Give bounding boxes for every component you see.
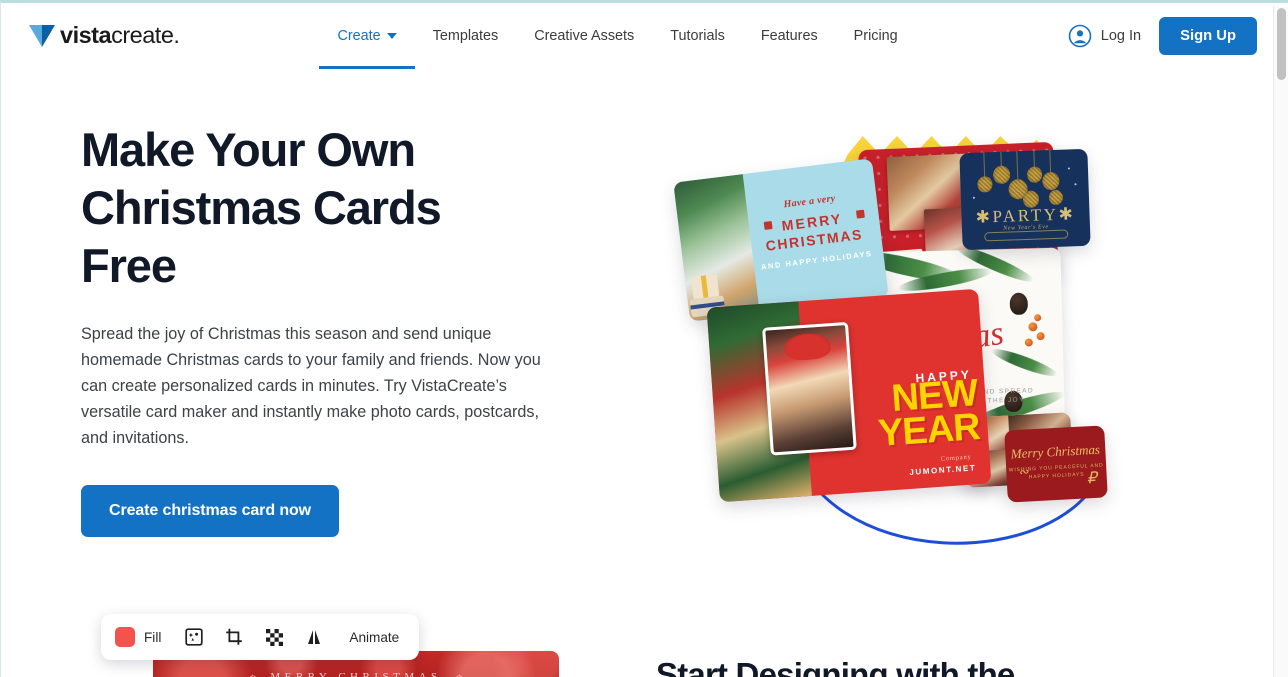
nav-item-tutorials[interactable]: Tutorials [652, 3, 743, 69]
card-br-flourish: ∾ [1017, 464, 1029, 479]
card-ny-company: Company [940, 453, 972, 463]
nav-item-creative-assets-label: Creative Assets [534, 28, 635, 44]
card-red-merry-christmas[interactable]: Merry Christmas WISHING YOU PEACEFUL AND… [1004, 425, 1108, 503]
main-navigation: Create Templates Creative Assets Tutoria… [319, 3, 915, 69]
flip-icon[interactable] [301, 624, 327, 650]
site-header: vistacreate. Create Templates Creative A… [1, 3, 1273, 69]
crop-icon[interactable] [221, 624, 247, 650]
transparency-icon[interactable] [261, 624, 287, 650]
nav-item-features-label: Features [760, 28, 818, 44]
card-party-bar [984, 229, 1069, 242]
nav-item-features[interactable]: Features [743, 3, 836, 69]
login-label: Log In [1100, 28, 1142, 44]
page-title: Make Your Own Christmas Cards Free [81, 123, 442, 292]
nav-item-pricing-label: Pricing [853, 28, 898, 44]
login-button[interactable]: Log In [1068, 24, 1141, 48]
user-circle-icon [1068, 24, 1092, 48]
nav-active-underline [319, 66, 415, 69]
nav-item-create[interactable]: Create [319, 3, 415, 69]
nav-item-create-label: Create [337, 28, 381, 44]
nav-item-templates-label: Templates [432, 28, 499, 44]
animate-button[interactable]: Animate [349, 630, 399, 645]
card-br-flourish: ₽ [1086, 469, 1098, 488]
browser-viewport: vistacreate. Create Templates Creative A… [0, 0, 1288, 677]
vistacreate-logo[interactable]: vistacreate. [29, 22, 180, 49]
vistacreate-triangle-logo-icon [29, 25, 55, 47]
create-christmas-card-button[interactable]: Create christmas card now [81, 485, 340, 537]
page-scrollbar[interactable] [1273, 6, 1288, 677]
hero-description: Spread the joy of Christmas this season … [81, 325, 541, 447]
nav-item-creative-assets[interactable]: Creative Assets [516, 3, 652, 69]
card-white-subtext: AND SPREAD THE JOY [977, 387, 1035, 405]
hero-content: Make Your Own Christmas Cards Free Sprea… [81, 121, 581, 537]
card-br-title: Merry Christmas [1010, 441, 1101, 462]
logo-word-create: create [111, 22, 174, 49]
effects-icon[interactable] [181, 624, 207, 650]
chevron-down-icon [386, 33, 397, 39]
logo-wordmark: vistacreate. [60, 22, 180, 49]
scrollbar-thumb[interactable] [1277, 8, 1286, 80]
nav-item-pricing[interactable]: Pricing [836, 3, 916, 69]
fill-control[interactable]: Fill [115, 627, 161, 647]
preview-card-text: MERRY CHRISTMAS [270, 671, 442, 677]
fill-color-swatch[interactable] [115, 627, 135, 647]
card-navy-party[interactable]: ✱PARTY✱ New Year's Eve [959, 148, 1091, 251]
nav-item-tutorials-label: Tutorials [670, 28, 725, 44]
header-actions: Log In Sign Up [1068, 17, 1257, 55]
card-happy-new-year[interactable]: HAPPY NEW YEAR Company JUMONT.NET [706, 288, 992, 503]
logo-word-vista: vista [60, 22, 112, 49]
signup-button[interactable]: Sign Up [1159, 17, 1257, 55]
editor-toolbar: Fill Animate [101, 614, 419, 660]
card-ny-url: JUMONT.NET [909, 463, 977, 477]
section-heading-start-designing: Start Designing with the [656, 656, 1015, 677]
nav-item-templates[interactable]: Templates [415, 3, 517, 69]
hero-card-collage: MERRY TAS ✱PARTY✱ New Year's Eve [661, 123, 1131, 563]
fill-label: Fill [144, 629, 162, 645]
